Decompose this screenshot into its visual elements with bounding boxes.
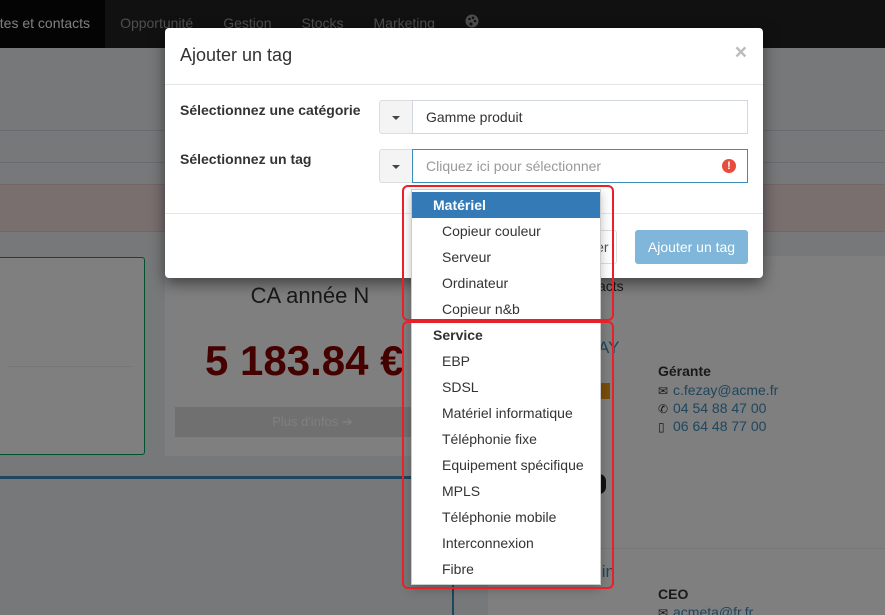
tag-select[interactable]: Cliquez ici pour sélectionner ! (412, 149, 748, 183)
tag-select-placeholder: Cliquez ici pour sélectionner (426, 158, 602, 174)
annotation-box-materiel (402, 185, 614, 321)
error-icon: ! (722, 159, 736, 173)
tag-label: Sélectionnez un tag (180, 151, 312, 167)
close-icon[interactable]: × (735, 42, 747, 63)
category-label: Sélectionnez une catégorie (180, 102, 361, 118)
tag-dropdown-button[interactable] (379, 149, 413, 183)
add-tag-button[interactable]: Ajouter un tag (635, 230, 748, 264)
category-select[interactable]: Gamme produit (412, 100, 748, 134)
modal-title: Ajouter un tag (180, 45, 293, 65)
modal-header: Ajouter un tag × (165, 28, 763, 85)
annotation-box-service (402, 321, 614, 589)
category-dropdown-button[interactable] (379, 100, 413, 134)
